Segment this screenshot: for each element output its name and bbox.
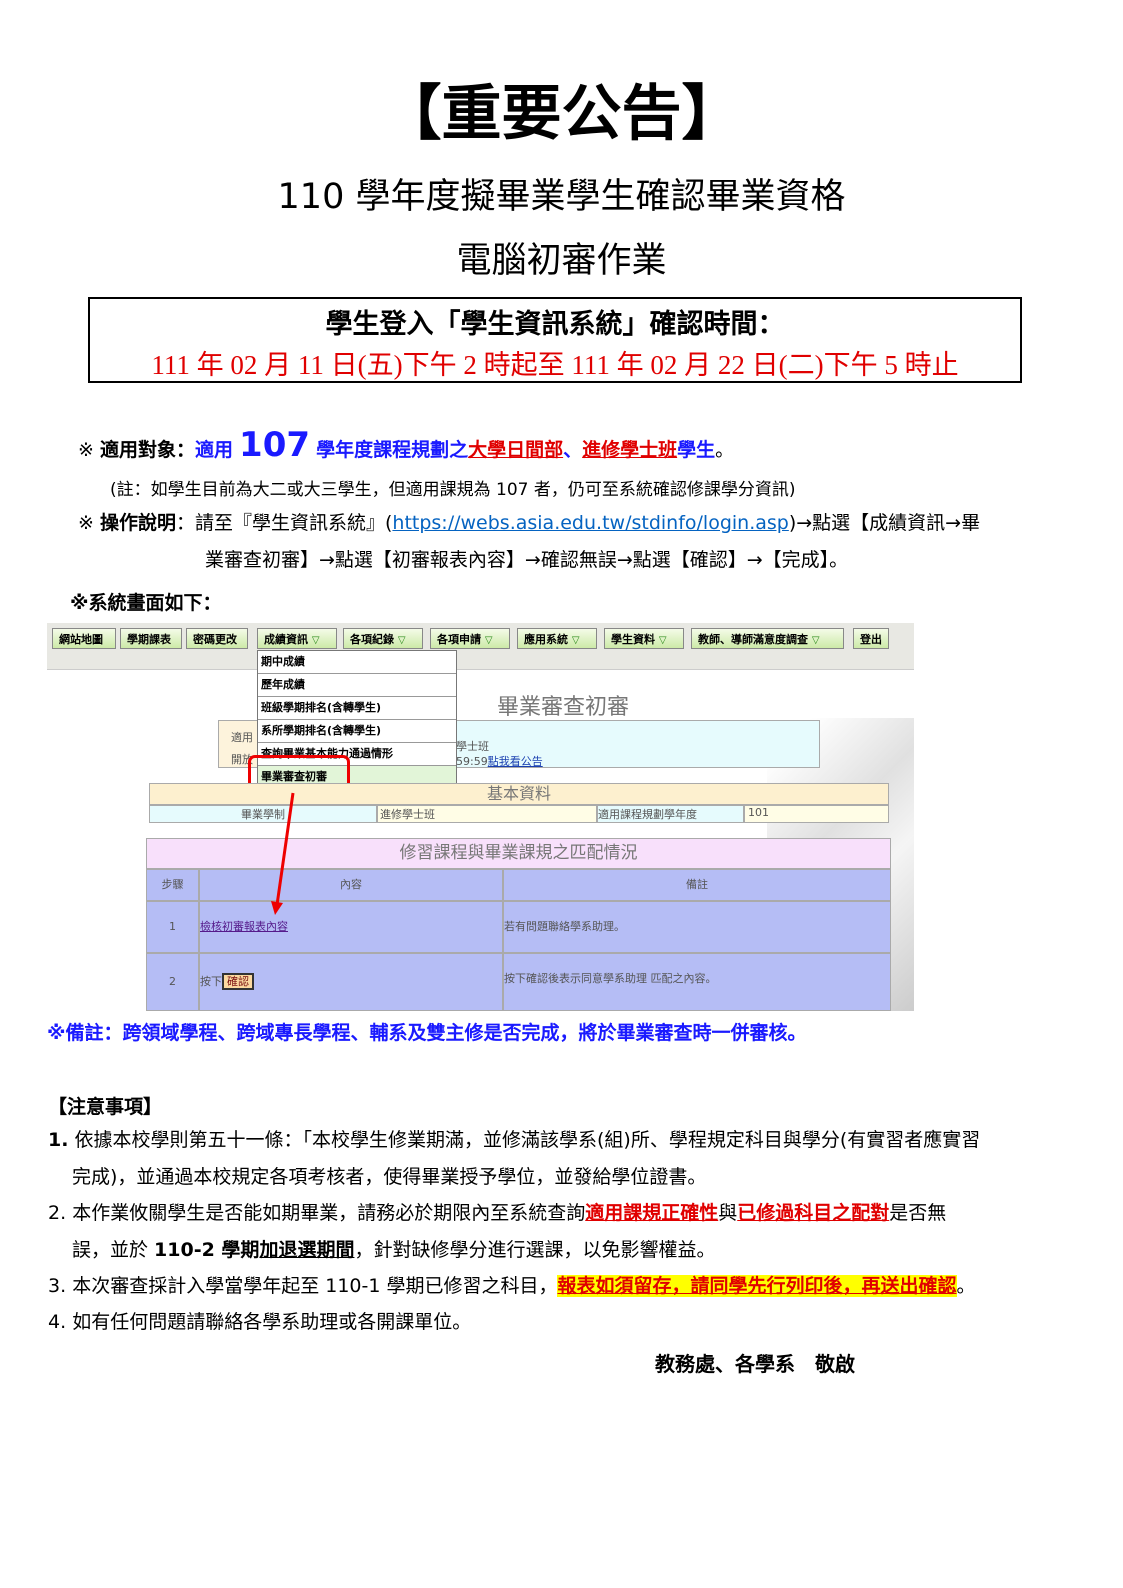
period-box: 學生登入「學生資訊系統」確認時間： 111 年 02 月 11 日(五)下午 2… <box>88 297 1022 383</box>
note-text: 本次審查採計入學當學年起至 110-1 學期已修習之科目， <box>72 1275 558 1297</box>
note-text: 。 <box>956 1275 976 1297</box>
screen-label: ※系統畫面如下： <box>70 592 222 614</box>
scope-note: (註：如學生目前為大二或大三學生，但適用課規為 107 者，仍可至系統確認修課學… <box>110 480 796 500</box>
scope-dept-evening: 進修學士班 <box>582 439 678 461</box>
note-text: 完成)，並通過本校規定各項考核者，使得畢業授予學位，並發給學位證書。 <box>72 1166 707 1188</box>
note-text: 誤，並於 <box>72 1239 155 1261</box>
note-emphasis: 適用課規正確性 <box>585 1202 719 1224</box>
notes-title: 【注意事項】 <box>48 1096 163 1118</box>
scope-end: 。 <box>715 439 735 461</box>
period-label: 學生登入「學生資訊系統」確認時間： <box>325 309 785 340</box>
scope-text: 適用 <box>194 439 233 461</box>
scope-text: 學生 <box>677 439 716 461</box>
note-text: 與 <box>718 1202 738 1224</box>
system-screenshot: 網站地圖 學期課表 密碼更改 成績資訊 ▽ 各項紀錄 ▽ 各項申請 ▽ 應用系統… <box>47 623 914 1011</box>
note-text: 如有任何問題請聯絡各學系助理或各開課單位。 <box>72 1311 472 1333</box>
scope-year: 107 <box>239 425 311 465</box>
scope-text: 學年度課程規劃之 <box>316 439 469 461</box>
note-2: 2. 本作業攸關學生是否能如期畢業，請務必於期限內至系統查詢適用課規正確性與已修… <box>48 1195 1078 1269</box>
note-text: ，針對缺修學分進行選課，以免影響權益。 <box>354 1239 716 1261</box>
red-arrow-icon <box>271 792 295 915</box>
scope-sep: 、 <box>563 439 583 461</box>
note-number: 2. <box>48 1202 67 1224</box>
instructions-text: ：請至『學生資訊系統』( <box>175 512 393 534</box>
note-highlight: 報表如須留存，請同學先行列印後，再送出確認 <box>557 1275 957 1297</box>
page-title: 【重要公告】 <box>381 79 742 149</box>
note-4: 4. 如有任何問題請聯絡各學系助理或各開課單位。 <box>48 1304 1078 1341</box>
note-1: 1. 依據本校學則第五十一條：「本校學生修業期滿，並修滿該學系(組)所、學程規定… <box>48 1122 1078 1196</box>
mark: ※ <box>78 512 94 534</box>
instructions-line: ※ 操作說明：請至『學生資訊系統』(https://webs.asia.edu.… <box>78 508 980 535</box>
system-url-link[interactable]: https://webs.asia.edu.tw/stdinfo/login.a… <box>392 512 788 534</box>
mark: ※ <box>78 439 94 461</box>
signature: 教務處、各學系 敬啟 <box>655 1352 855 1376</box>
subtitle-2: 電腦初審作業 <box>456 241 667 281</box>
period-dates: 111 年 02 月 11 日(五)下午 2 時起至 111 年 02 月 22… <box>151 350 959 380</box>
note-emphasis: 已修過科目之配對 <box>737 1202 890 1224</box>
note-number: 1. <box>48 1129 69 1151</box>
note-number: 3. <box>48 1275 67 1297</box>
note-period: 加退選期間 <box>259 1239 355 1261</box>
scope-line: ※ 適用對象：適用 107 學年度課程規劃之大學日間部、進修學士班學生。 <box>78 425 734 465</box>
scope-label: 適用對象： <box>99 439 195 461</box>
scope-dept-day: 大學日間部 <box>468 439 564 461</box>
note-3: 3. 本次審查採計入學當學年起至 110-1 學期已修習之科目，報表如須留存，請… <box>48 1268 1078 1305</box>
subtitle: 110 學年度擬畢業學生確認畢業資格 <box>277 177 846 217</box>
instructions-text: )→點選【成績資訊→畢 <box>788 512 981 534</box>
instructions-label: 操作說明 <box>99 512 176 534</box>
instructions-line-2: 業審查初審】→點選【初審報表內容】→確認無誤→點選【確認】→【完成】。 <box>205 549 849 571</box>
note-number: 4. <box>48 1311 67 1333</box>
note-text: 是否無 <box>889 1202 947 1224</box>
note-text: 本作業攸關學生是否能如期畢業，請務必於期限內至系統查詢 <box>72 1202 586 1224</box>
note-term: 110-2 學期 <box>154 1239 260 1261</box>
remark: ※備註：跨領域學程、跨域專長學程、輔系及雙主修是否完成，將於畢業審查時一併審核。 <box>47 1022 807 1044</box>
note-text: 依據本校學則第五十一條：「本校學生修業期滿，並修滿該學系(組)所、學程規定科目與… <box>74 1129 981 1151</box>
